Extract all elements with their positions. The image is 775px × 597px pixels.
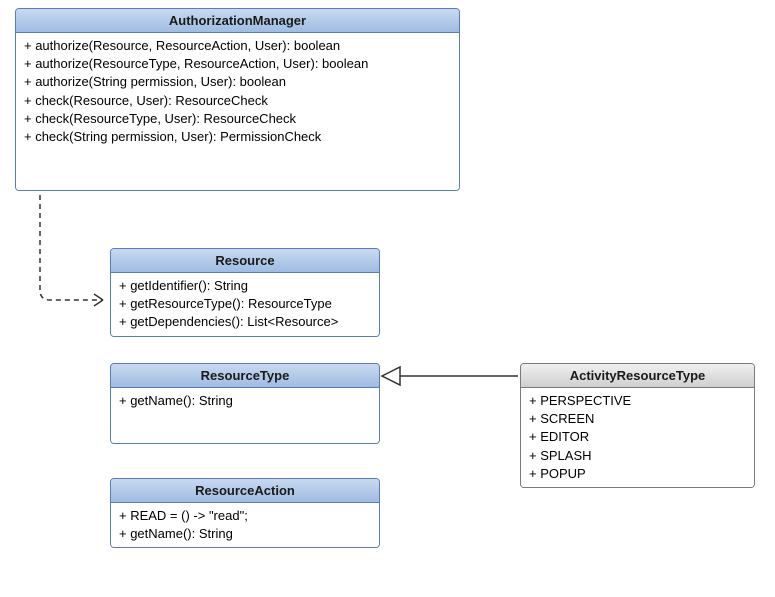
class-member: + READ = () -> "read";: [119, 507, 371, 525]
class-member: + getResourceType(): ResourceType: [119, 295, 371, 313]
class-resource: Resource + getIdentifier(): String + get…: [110, 248, 380, 337]
class-member: + EDITOR: [529, 428, 746, 446]
class-member: + authorize(String permission, User): bo…: [24, 73, 451, 91]
class-member: + getName(): String: [119, 392, 371, 410]
class-body: + getIdentifier(): String + getResourceT…: [111, 273, 379, 336]
class-member: + PERSPECTIVE: [529, 392, 746, 410]
class-member: + SCREEN: [529, 410, 746, 428]
class-member: + getDependencies(): List<Resource>: [119, 313, 371, 331]
class-member: + authorize(Resource, ResourceAction, Us…: [24, 37, 451, 55]
class-resource-action: ResourceAction + READ = () -> "read"; + …: [110, 478, 380, 548]
class-header: ResourceAction: [111, 479, 379, 503]
dependency-arrowhead-icon: [94, 294, 103, 306]
class-member: + check(ResourceType, User): ResourceChe…: [24, 110, 451, 128]
class-body: + PERSPECTIVE + SCREEN + EDITOR + SPLASH…: [521, 388, 754, 487]
class-member: + getIdentifier(): String: [119, 277, 371, 295]
class-header: ResourceType: [111, 364, 379, 388]
class-resource-type: ResourceType + getName(): String: [110, 363, 380, 444]
class-header: ActivityResourceType: [521, 364, 754, 388]
class-member: + getName(): String: [119, 525, 371, 543]
class-body: + authorize(Resource, ResourceAction, Us…: [16, 33, 459, 190]
class-header: Resource: [111, 249, 379, 273]
class-member: + authorize(ResourceType, ResourceAction…: [24, 55, 451, 73]
class-member: + POPUP: [529, 465, 746, 483]
class-body: + getName(): String: [111, 388, 379, 443]
class-header: AuthorizationManager: [16, 9, 459, 33]
class-authorization-manager: AuthorizationManager + authorize(Resourc…: [15, 8, 460, 191]
class-body: + READ = () -> "read"; + getName(): Stri…: [111, 503, 379, 547]
generalization-arrowhead-icon: [382, 367, 400, 385]
class-member: + check(Resource, User): ResourceCheck: [24, 92, 451, 110]
class-member: + check(String permission, User): Permis…: [24, 128, 451, 146]
class-member: + SPLASH: [529, 447, 746, 465]
dependency-arrow: [40, 195, 103, 300]
class-activity-resource-type: ActivityResourceType + PERSPECTIVE + SCR…: [520, 363, 755, 488]
